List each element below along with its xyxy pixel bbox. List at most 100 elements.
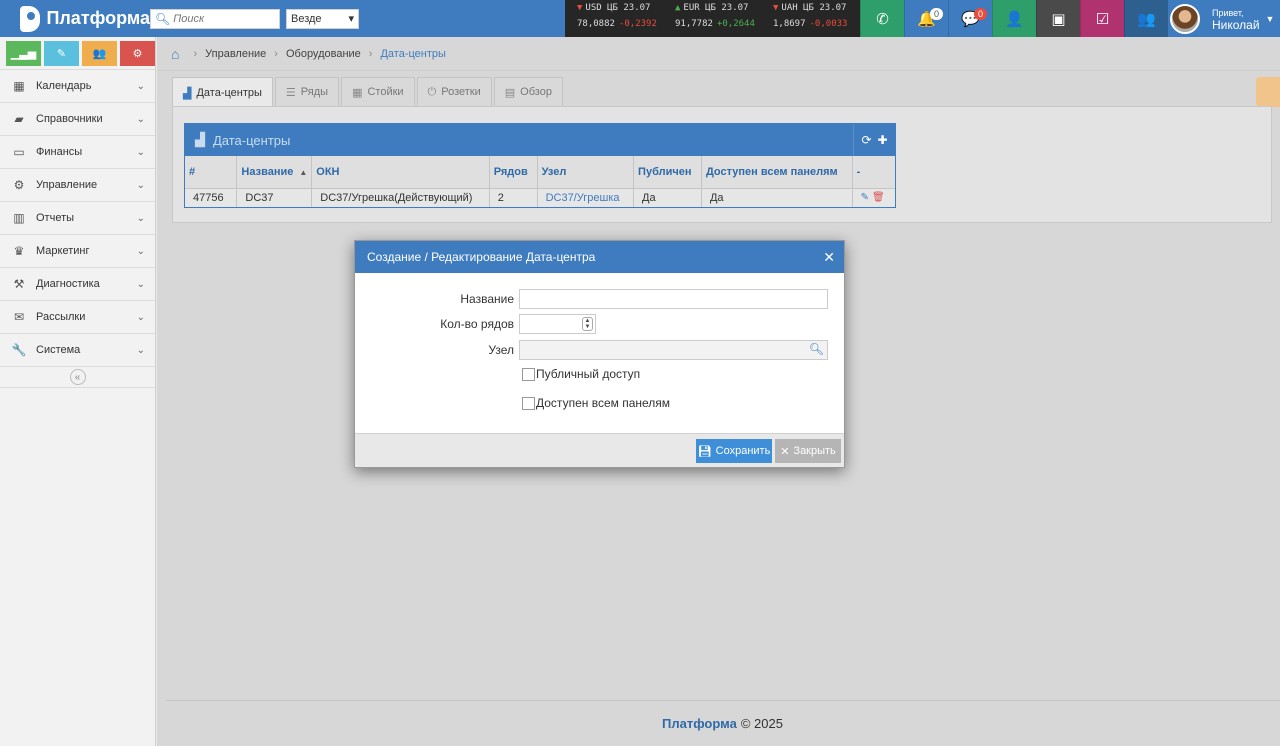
tab-3[interactable]: ⏻ Розетки <box>416 77 492 106</box>
rate-delta: +0,2644 <box>716 19 755 29</box>
name-input[interactable] <box>519 289 828 309</box>
tab-4[interactable]: ▤ Обзор <box>493 77 563 106</box>
column-header[interactable]: Доступен всем панелям <box>701 156 853 188</box>
app-title: Платформа <box>46 8 150 28</box>
search-scope-select[interactable]: Везде ▾ <box>286 8 359 29</box>
currency-rate: ▼ UAH ЦБ 23.07 1,8697 -0,0033 <box>761 0 859 37</box>
rows-count-input[interactable]: ▲ ▼ <box>519 314 596 334</box>
bell-button[interactable]: 🔔 0 <box>904 0 948 37</box>
search-input[interactable] <box>173 12 274 25</box>
tab-0[interactable]: ▟ Дата-центры <box>172 77 273 108</box>
breadcrumb-separator: › <box>368 47 373 60</box>
close-icon[interactable]: ✕ <box>823 249 835 266</box>
sidebar-item-wrench[interactable]: 🔧 Система ⌄ <box>0 333 155 366</box>
contacts-button[interactable]: ▣ <box>1036 0 1080 37</box>
checkbox[interactable] <box>522 396 535 410</box>
public-access-checkbox[interactable]: Публичный доступ <box>522 367 640 381</box>
user-menu[interactable]: Привет, Николай ▼ <box>1165 0 1280 37</box>
users-shortcut[interactable]: 👥 <box>82 41 117 66</box>
column-header[interactable]: # <box>185 156 238 188</box>
user-button[interactable]: 👤 <box>992 0 1036 37</box>
tab-icon: ▦ <box>352 86 363 99</box>
footer-brand[interactable]: Платформа <box>662 716 737 731</box>
search-box[interactable]: 🔍︎ <box>150 8 280 29</box>
save-button[interactable]: 💾︎ Сохранить <box>696 439 772 463</box>
chat-button[interactable]: 💬 0 <box>948 0 992 37</box>
sidebar-item-book[interactable]: ▰ Справочники ⌄ <box>0 102 155 135</box>
tab-label: Ряды <box>300 86 329 98</box>
name-label: Название <box>460 292 514 306</box>
checklist-button[interactable]: ☑ <box>1080 0 1124 37</box>
rate-title: ▼ USD ЦБ 23.07 <box>577 3 663 13</box>
sidebar-item-gavel[interactable]: ⚒ Диагностика ⌄ <box>0 267 155 300</box>
settings-shortcut[interactable]: ⚙ <box>120 41 155 66</box>
table-cell: 47756 <box>185 187 238 207</box>
chevron-down-icon: ⌄ <box>136 212 145 224</box>
rate-title: ▼ UAH ЦБ 23.07 <box>773 3 859 13</box>
user-name: Николай <box>1212 17 1260 32</box>
datacenter-edit-modal: Создание / Редактирование Дата-центра ✕ … <box>354 240 845 468</box>
refresh-icon[interactable]: ⟳ <box>861 133 871 147</box>
sidebar-item-label: Финансы <box>36 146 83 158</box>
column-header[interactable]: Название ▲ <box>236 156 313 188</box>
cogs-icon: ⚙ <box>13 178 25 192</box>
sidebar-item-envelope[interactable]: ✉ Рассылки ⌄ <box>0 300 155 333</box>
spinner-icon[interactable]: ▲ ▼ <box>582 317 593 331</box>
double-chevron-left-icon: « <box>69 369 86 385</box>
logo[interactable]: Платформа <box>0 0 150 37</box>
search-icon[interactable]: 🔍︎ <box>809 342 824 356</box>
table-row[interactable]: 47756 DC37 DC37/Угрешка(Действующий) 2 DC37/… <box>185 187 895 207</box>
tab-2[interactable]: ▦ Стойки <box>341 77 415 106</box>
sidebar-item-trophy[interactable]: ♛ Маркетинг ⌄ <box>0 234 155 267</box>
bar-chart-icon: ▥ <box>13 211 25 225</box>
settings-side-tab[interactable] <box>1256 77 1280 107</box>
trash-icon[interactable]: 🗑︎ <box>872 192 885 203</box>
column-header[interactable]: Публичен <box>633 156 702 188</box>
column-header[interactable]: Узел <box>537 156 635 188</box>
sidebar-item-label: Система <box>36 344 81 356</box>
modal-title: Создание / Редактирование Дата-центра <box>367 250 596 264</box>
all-panels-label: Доступен всем панелям <box>536 396 671 410</box>
sidebar-collapse[interactable]: « <box>0 366 155 388</box>
rate-title: ▲ EUR ЦБ 23.07 <box>675 3 761 13</box>
group-button[interactable]: 👥 <box>1124 0 1168 37</box>
all-panels-checkbox[interactable]: Доступен всем панелям <box>522 396 670 410</box>
sidebar-item-calendar[interactable]: ▦ Календарь ⌄ <box>0 69 155 102</box>
datacenter-form: Название Кол-во рядов ▲ ▼ Узел 🔍︎ Публичн… <box>355 273 844 435</box>
datacenters-header: ▟ Дата-центры ⟳ ✚ <box>185 124 895 156</box>
book-icon: ▰ <box>14 112 24 126</box>
chevron-down-icon: ⌄ <box>136 344 145 356</box>
breadcrumb-current: Дата-центры <box>380 47 446 60</box>
column-header[interactable]: - <box>852 156 895 188</box>
building-icon: ▟ <box>195 132 205 147</box>
sidebar-item-label: Управление <box>36 179 98 191</box>
breadcrumb-item-equipment[interactable]: Оборудование <box>286 48 361 60</box>
home-icon[interactable]: ⌂ <box>171 46 179 62</box>
tab-1[interactable]: ☰ Ряды <box>274 77 340 106</box>
close-button[interactable]: ✕ Закрыть <box>775 439 841 463</box>
breadcrumb-item-management[interactable]: Управление <box>205 48 266 60</box>
phone-button[interactable]: ✆ <box>860 0 904 37</box>
sidebar-item-bar-chart[interactable]: ▥ Отчеты ⌄ <box>0 201 155 234</box>
stats-shortcut[interactable]: ▁▃▅ <box>6 41 41 66</box>
rate-value: 91,7782 <box>675 19 713 29</box>
top-bar: Платформа 🔍︎ Везде ▾ ▼USD ЦБ 23.0778,088… <box>0 0 1280 37</box>
add-icon[interactable]: ✚ <box>878 133 888 147</box>
table-cell[interactable]: DC37/Угрешка <box>537 187 635 207</box>
edit-icon[interactable]: ✎ <box>861 192 869 203</box>
column-header-label: - <box>856 165 861 178</box>
modal-footer: 💾︎ Сохранить ✕ Закрыть <box>355 433 844 467</box>
sort-asc-icon[interactable]: ▲ <box>299 168 307 177</box>
column-header[interactable]: ОКН <box>311 156 490 188</box>
column-header-label: # <box>189 165 196 178</box>
user-greeting: Привет, <box>1212 7 1244 18</box>
column-header[interactable]: Рядов <box>489 156 538 188</box>
node-input[interactable]: 🔍︎ <box>519 340 828 360</box>
sidebar-item-money[interactable]: ▭ Финансы ⌄ <box>0 135 155 168</box>
sidebar-item-cogs[interactable]: ⚙ Управление ⌄ <box>0 168 155 201</box>
phone-icon: ✆ <box>876 10 889 28</box>
sidebar-item-label: Диагностика <box>36 278 100 290</box>
table-cell: DC37/Угрешка(Действующий) <box>311 187 490 207</box>
checkbox[interactable] <box>522 367 535 381</box>
edit-shortcut[interactable]: ✎ <box>44 41 79 66</box>
